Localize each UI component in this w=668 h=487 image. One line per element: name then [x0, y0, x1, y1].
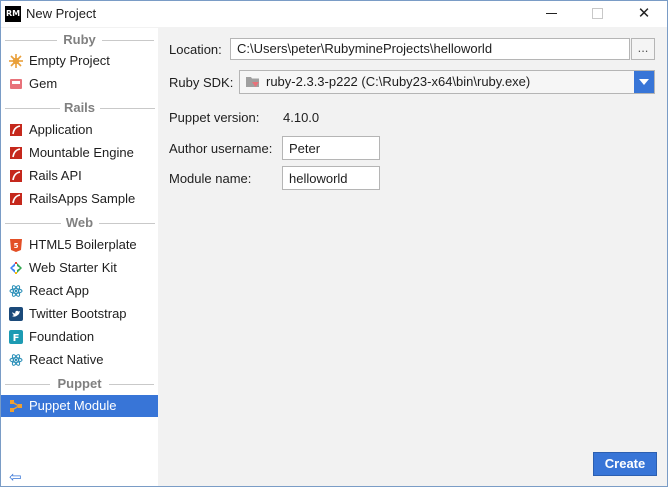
web-starter-kit-icon [10, 262, 22, 274]
sidebar-item-label: Gem [29, 76, 58, 91]
author-username-input[interactable] [282, 136, 380, 160]
react-icon [9, 354, 23, 366]
window-title: New Project [26, 6, 97, 21]
gem-icon [10, 79, 22, 89]
minimize-button[interactable] [529, 1, 575, 27]
project-settings-panel: Location: ... Ruby SDK: ruby-2.3.3-p222 … [158, 28, 667, 486]
empty-project-icon [9, 54, 23, 68]
rails-icon [10, 147, 22, 159]
sidebar-item-gem[interactable]: Gem [1, 73, 158, 95]
sdk-folder-icon [246, 77, 259, 87]
maximize-icon [592, 8, 603, 19]
location-input[interactable] [230, 38, 630, 60]
svg-text:5: 5 [14, 242, 19, 250]
sidebar-item-label: Puppet Module [29, 398, 117, 413]
rails-icon [10, 124, 22, 136]
sidebar-item-label: Twitter Bootstrap [29, 306, 127, 321]
chevron-down-icon[interactable] [634, 71, 654, 93]
browse-button[interactable]: ... [631, 38, 655, 60]
sidebar-item-label: Foundation [29, 329, 95, 344]
sidebar-item-rails-api[interactable]: Rails API [1, 165, 158, 187]
sidebar-item-label: React Native [29, 352, 104, 367]
group-header-label: Ruby [59, 32, 100, 47]
puppet-version-label: Puppet version: [169, 110, 260, 125]
sidebar-item-empty-project[interactable]: Empty Project [1, 50, 158, 72]
sidebar-item-label: Rails API [29, 168, 82, 183]
sidebar-item-railsapps-sample[interactable]: RailsApps Sample [1, 188, 158, 210]
location-label: Location: [169, 42, 222, 57]
rails-icon [10, 193, 22, 205]
twitter-icon [9, 307, 23, 321]
module-name-label: Module name: [169, 171, 252, 186]
project-type-sidebar: Ruby Empty Project Gem Rails Application [1, 28, 158, 486]
sidebar-item-react-native[interactable]: React Native [1, 349, 158, 371]
minimize-icon [546, 13, 557, 14]
group-header-label: Puppet [53, 376, 106, 391]
sidebar-item-label: Mountable Engine [29, 145, 134, 160]
title-bar: RM New Project ✕ [1, 1, 667, 27]
sidebar-item-label: Web Starter Kit [29, 260, 117, 275]
sidebar-item-application[interactable]: Application [1, 119, 158, 141]
group-header-rails: Rails [1, 98, 158, 118]
back-arrow-icon[interactable]: ⇦ [9, 468, 22, 486]
sidebar-item-html5-boilerplate[interactable]: 5 HTML5 Boilerplate [1, 234, 158, 256]
sidebar-item-label: Application [29, 122, 93, 137]
svg-text:F: F [13, 333, 20, 344]
sidebar-item-label: React App [29, 283, 89, 298]
sidebar-item-label: Empty Project [29, 53, 110, 68]
sidebar-item-puppet-module[interactable]: Puppet Module [1, 395, 158, 417]
sidebar-item-web-starter-kit[interactable]: Web Starter Kit [1, 257, 158, 279]
react-icon [9, 285, 23, 297]
new-project-window: RM New Project ✕ Ruby Empty Project Gem [0, 0, 668, 487]
html5-icon: 5 [10, 239, 22, 252]
close-icon: ✕ [637, 5, 651, 22]
sidebar-item-label: HTML5 Boilerplate [29, 237, 137, 252]
maximize-button[interactable] [575, 1, 621, 27]
group-header-label: Rails [59, 100, 100, 115]
close-button[interactable]: ✕ [621, 1, 667, 27]
author-username-label: Author username: [169, 141, 273, 156]
sidebar-item-foundation[interactable]: F Foundation [1, 326, 158, 348]
group-header-puppet: Puppet [1, 374, 158, 394]
ruby-sdk-select[interactable]: ruby-2.3.3-p222 (C:\Ruby23-x64\bin\ruby.… [239, 70, 655, 94]
foundation-icon: F [9, 330, 23, 344]
create-button[interactable]: Create [593, 452, 657, 476]
ruby-sdk-value: ruby-2.3.3-p222 (C:\Ruby23-x64\bin\ruby.… [266, 74, 531, 89]
sidebar-item-mountable-engine[interactable]: Mountable Engine [1, 142, 158, 164]
module-name-input[interactable] [282, 166, 380, 190]
group-header-web: Web [1, 213, 158, 233]
rubymine-app-icon: RM [5, 6, 21, 22]
sidebar-item-react-app[interactable]: React App [1, 280, 158, 302]
puppet-icon [10, 400, 22, 412]
sidebar-item-twitter-bootstrap[interactable]: Twitter Bootstrap [1, 303, 158, 325]
puppet-version-value: 4.10.0 [283, 110, 320, 125]
rails-icon [10, 170, 22, 182]
group-header-label: Web [61, 215, 98, 230]
ruby-sdk-label: Ruby SDK: [169, 75, 234, 90]
group-header-ruby: Ruby [1, 30, 158, 50]
sidebar-item-label: RailsApps Sample [29, 191, 136, 206]
